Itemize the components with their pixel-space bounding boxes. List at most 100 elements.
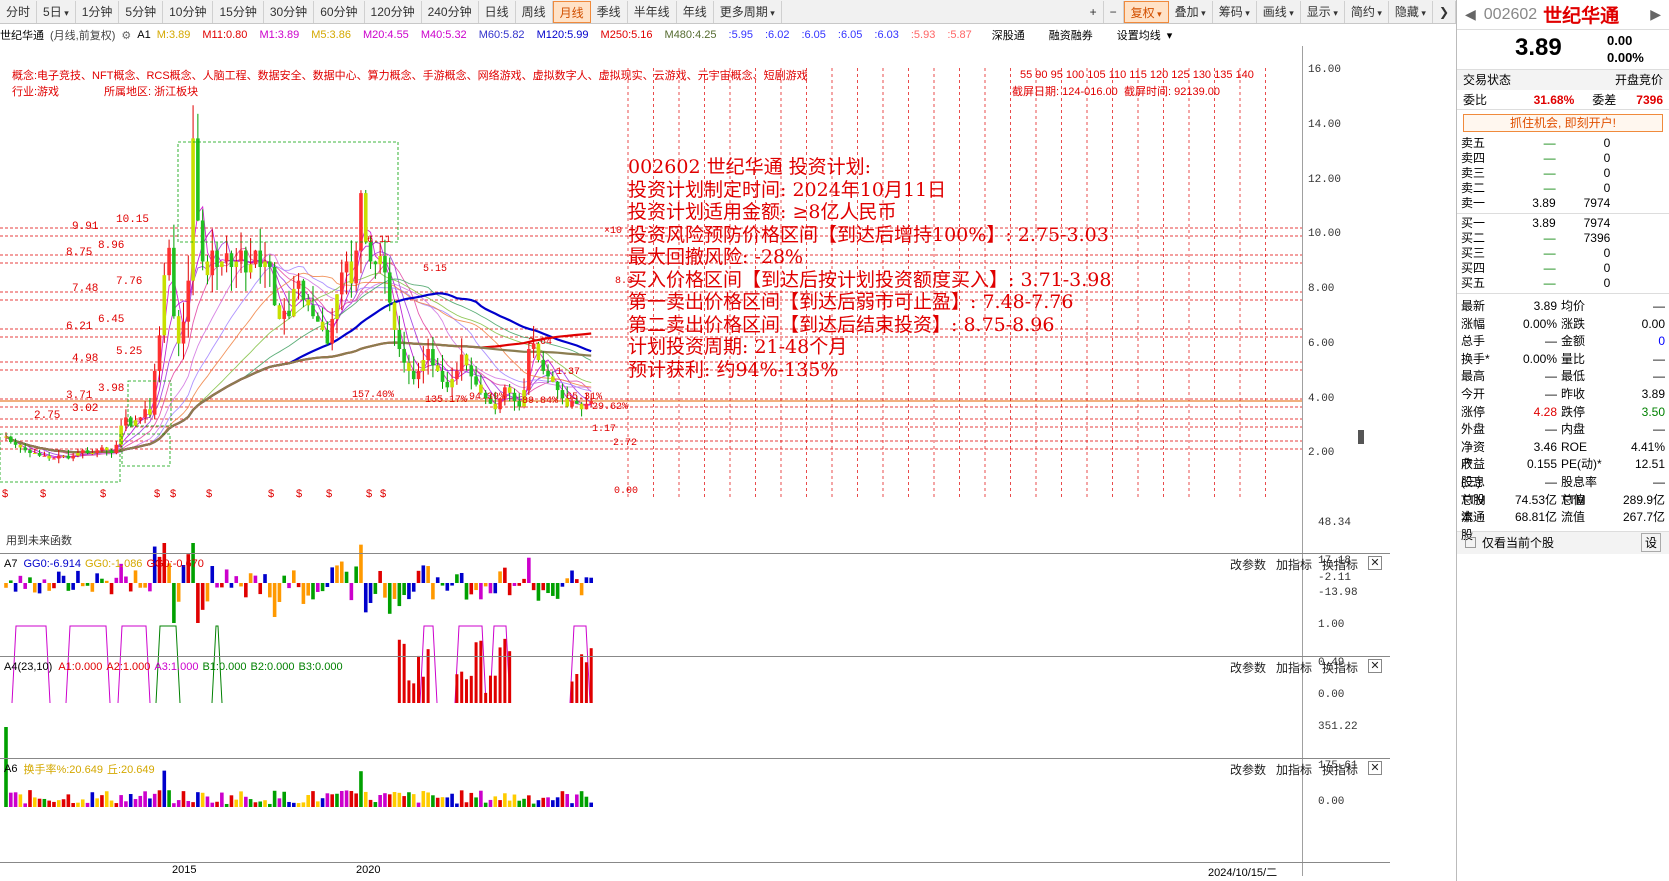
period-tab[interactable]: 10分钟 xyxy=(163,0,214,23)
sell-orderbook: 卖五 — 0 卖四 — 0 卖三 — 0 卖二 — 0 卖一 3.89 7974 xyxy=(1457,136,1669,214)
stat-label: 外盘 xyxy=(1461,422,1486,437)
x-axis-2020: 2020 xyxy=(356,864,381,876)
rzrq-link[interactable]: 融资融券 xyxy=(1049,27,1093,43)
a7-bar xyxy=(536,583,541,601)
candle-body xyxy=(215,250,219,267)
toolbar-menu-0[interactable]: 复权 xyxy=(1123,1,1169,23)
candle-body xyxy=(258,250,263,267)
a7-bar xyxy=(311,583,315,600)
a7-bar xyxy=(282,575,287,583)
period-tab[interactable]: 日线 xyxy=(479,0,516,23)
modify-params-button[interactable]: 改参数 xyxy=(1230,761,1266,778)
settings-gear-icon[interactable]: ⚙ xyxy=(121,29,131,42)
weicha-label: 委差 xyxy=(1592,93,1617,107)
period-tab[interactable]: 120分钟 xyxy=(365,0,422,23)
level-low-label: 3.71 xyxy=(66,390,93,402)
signal-marker: $ xyxy=(154,488,160,500)
period-tab[interactable]: 月线 xyxy=(552,0,591,23)
a7-bar xyxy=(220,583,224,588)
toolbar-menu-5[interactable]: 简约 xyxy=(1345,1,1389,23)
stat-label: 涨幅 xyxy=(1461,316,1486,331)
volume-bar xyxy=(47,800,51,807)
candle-body xyxy=(8,436,13,443)
trade-state-label: 交易状态 xyxy=(1463,73,1512,87)
close-icon[interactable]: ✕ xyxy=(1368,555,1382,570)
stat-value: — xyxy=(1545,334,1557,349)
candle-body xyxy=(315,316,320,322)
shengutong-link[interactable]: 深股通 xyxy=(992,27,1025,43)
period-tab[interactable]: 年线 xyxy=(677,0,714,23)
volume-bar xyxy=(344,790,349,807)
add-indicator-button[interactable]: 加指标 xyxy=(1276,659,1312,676)
chevron-down-icon[interactable]: ▾ xyxy=(1167,29,1173,42)
volume-bar xyxy=(287,801,291,807)
ma-line xyxy=(5,278,592,453)
period-tab[interactable]: 季线 xyxy=(591,0,628,23)
toolbar-menu-3[interactable]: 画线 xyxy=(1257,1,1301,23)
orderbook-price: — xyxy=(1543,276,1556,290)
a7-bar xyxy=(325,583,330,587)
volume-bar xyxy=(517,800,522,807)
volume-bar xyxy=(541,797,546,807)
orderbook-price: — xyxy=(1543,261,1556,275)
period-tab[interactable]: 5日 xyxy=(37,0,76,23)
period-tab[interactable]: 60分钟 xyxy=(314,0,365,23)
ma-value: :6.05 xyxy=(837,29,863,41)
orderbook-volume: 0 xyxy=(1603,166,1611,180)
a7-bar xyxy=(507,583,512,596)
toolbar-menu-2[interactable]: 筹码 xyxy=(1213,1,1257,23)
period-tab[interactable]: 分时 xyxy=(0,0,38,23)
toolbar-menu-6[interactable]: 隐藏 xyxy=(1389,1,1433,23)
set-ma-button[interactable]: 设置均线 xyxy=(1117,27,1161,43)
volume-bar xyxy=(292,802,296,807)
candle-body xyxy=(234,261,239,267)
splitter-handle[interactable] xyxy=(1358,430,1364,444)
candle-body xyxy=(152,370,157,415)
only-current-checkbox[interactable] xyxy=(1465,537,1476,549)
period-tab[interactable]: 周线 xyxy=(516,0,553,23)
scale-numbers: 55 90 95 100 105 110 115 120 125 130 135… xyxy=(1020,69,1254,81)
candle-body xyxy=(354,250,358,284)
chart-area[interactable]: $ $ $ $ $ $ $ $ $ $ $ 概念:电子竞技、NFT概念、RCS概念、人脑工程、数据安… xyxy=(0,46,1456,879)
volume-bar xyxy=(450,793,454,807)
a7-bar xyxy=(555,583,560,599)
volume-bar xyxy=(167,790,171,807)
next-stock-icon[interactable]: ▶ xyxy=(1650,6,1661,23)
period-tab[interactable]: 1分钟 xyxy=(76,0,120,23)
volume-bar xyxy=(536,800,541,807)
modify-params-button[interactable]: 改参数 xyxy=(1230,659,1266,676)
open-account-banner[interactable]: 抓住机会, 即刻开户! xyxy=(1463,114,1663,132)
region-label: 所属地区: 浙江板块 xyxy=(104,86,199,98)
settings-button[interactable]: 设 xyxy=(1640,533,1661,553)
period-tab[interactable]: 5分钟 xyxy=(119,0,164,23)
a7-bar xyxy=(469,583,474,595)
prev-stock-icon[interactable]: ◀ xyxy=(1465,6,1476,23)
candle-body xyxy=(263,261,267,267)
period-tab[interactable]: 240分钟 xyxy=(422,0,479,23)
add-indicator-button[interactable]: 加指标 xyxy=(1276,556,1312,573)
candle-body xyxy=(416,370,421,380)
candle-body xyxy=(349,261,354,284)
zoom-in-button[interactable]: + xyxy=(1084,1,1104,23)
modify-params-button[interactable]: 改参数 xyxy=(1230,556,1266,573)
toolbar-menu-4[interactable]: 显示 xyxy=(1301,1,1345,23)
period-tab[interactable]: 半年线 xyxy=(628,0,677,23)
volume-bar xyxy=(234,799,239,807)
volume-bar xyxy=(330,794,334,807)
stat-row: 总股本 74.53亿 总值 289.9亿 xyxy=(1457,492,1669,525)
period-tab[interactable]: 15分钟 xyxy=(213,0,264,23)
add-indicator-button[interactable]: 加指标 xyxy=(1276,761,1312,778)
zoom-out-button[interactable]: − xyxy=(1104,1,1124,23)
plan-line: 002602 世纪华通 投资计划: xyxy=(628,156,872,178)
close-icon[interactable]: ✕ xyxy=(1368,658,1382,673)
candle-body xyxy=(450,379,454,388)
toolbar-menu-1[interactable]: 叠加 xyxy=(1169,1,1213,23)
collapse-icon[interactable]: ❯ xyxy=(1433,1,1456,23)
period-tab[interactable]: 更多周期 xyxy=(714,0,782,23)
period-tab[interactable]: 30分钟 xyxy=(264,0,315,23)
volume-bar xyxy=(80,799,85,807)
a7-bar xyxy=(450,583,454,586)
stat-value: 3.89 xyxy=(1533,299,1557,313)
indicator-value: 换手率%:20.649 xyxy=(23,764,103,776)
close-icon[interactable]: ✕ xyxy=(1368,760,1382,775)
